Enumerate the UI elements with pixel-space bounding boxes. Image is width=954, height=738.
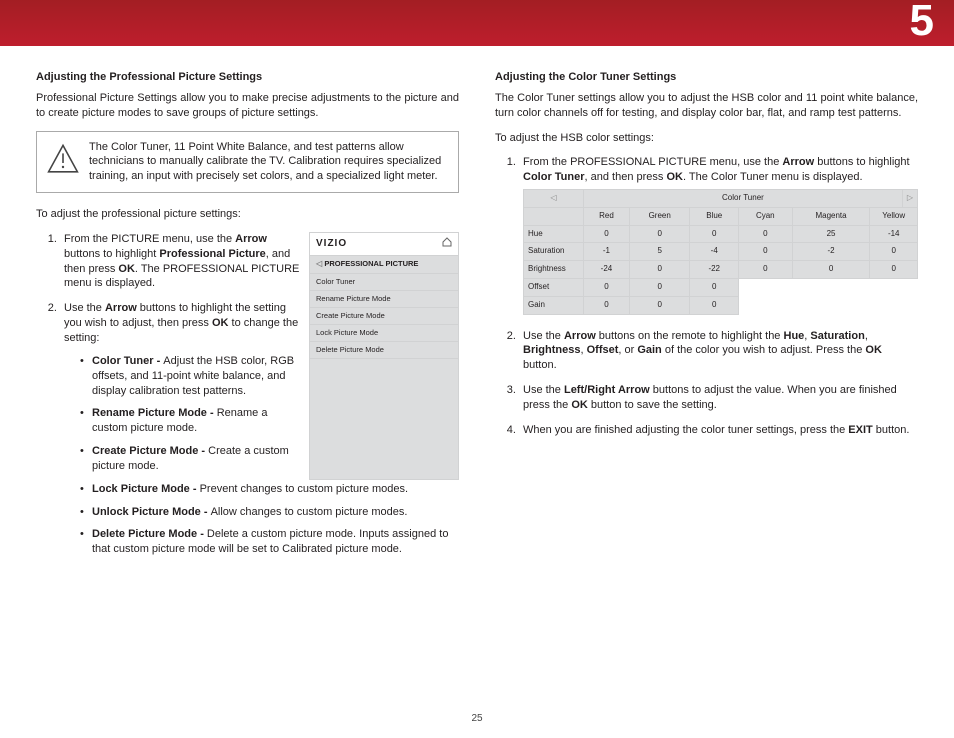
right-lead: To adjust the HSB color settings: — [495, 131, 918, 146]
list-item: Create Picture Mode - Create a custom pi… — [80, 444, 459, 474]
page-number: 25 — [471, 713, 482, 724]
left-lead: To adjust the professional picture setti… — [36, 207, 459, 222]
menu-item: Lock Picture Mode — [310, 325, 458, 342]
vizio-logo: VIZIO — [316, 237, 347, 251]
step-1: From the PROFESSIONAL PICTURE menu, use … — [519, 155, 918, 314]
list-item: Unlock Picture Mode - Allow changes to c… — [80, 505, 459, 520]
step-2: Use the Arrow buttons on the remote to h… — [519, 329, 918, 374]
note-box: The Color Tuner, 11 Point White Balance,… — [36, 131, 459, 194]
menu-item: Color Tuner — [310, 274, 458, 291]
right-steps: From the PROFESSIONAL PICTURE menu, use … — [519, 155, 918, 437]
step-4: When you are finished adjusting the colo… — [519, 423, 918, 438]
left-heading: Adjusting the Professional Picture Setti… — [36, 70, 459, 85]
header-bar: 5 — [0, 0, 954, 46]
left-intro: Professional Picture Settings allow you … — [36, 91, 459, 121]
list-item: Color Tuner - Adjust the HSB color, RGB … — [80, 354, 459, 399]
list-item: Rename Picture Mode - Rename a custom pi… — [80, 406, 459, 436]
color-tuner-table: ◁Color Tuner▷ RedGreenBlue CyanMagentaYe… — [523, 189, 918, 315]
page-body: Adjusting the Professional Picture Setti… — [36, 70, 918, 567]
left-column: Adjusting the Professional Picture Setti… — [36, 70, 459, 567]
note-text: The Color Tuner, 11 Point White Balance,… — [89, 140, 448, 185]
menu-item: Rename Picture Mode — [310, 291, 458, 308]
right-heading: Adjusting the Color Tuner Settings — [495, 70, 918, 85]
settings-list: Color Tuner - Adjust the HSB color, RGB … — [80, 354, 459, 557]
menu-item: Create Picture Mode — [310, 308, 458, 325]
list-item: Lock Picture Mode - Prevent changes to c… — [80, 482, 459, 497]
warning-icon — [47, 143, 79, 180]
step-3: Use the Left/Right Arrow buttons to adju… — [519, 383, 918, 413]
home-icon — [442, 237, 452, 251]
chapter-number: 5 — [910, 0, 934, 46]
list-item: Delete Picture Mode - Delete a custom pi… — [80, 527, 459, 557]
menu-title: ◁ PROFESSIONAL PICTURE — [310, 256, 458, 274]
right-intro: The Color Tuner settings allow you to ad… — [495, 91, 918, 121]
right-column: Adjusting the Color Tuner Settings The C… — [495, 70, 918, 567]
